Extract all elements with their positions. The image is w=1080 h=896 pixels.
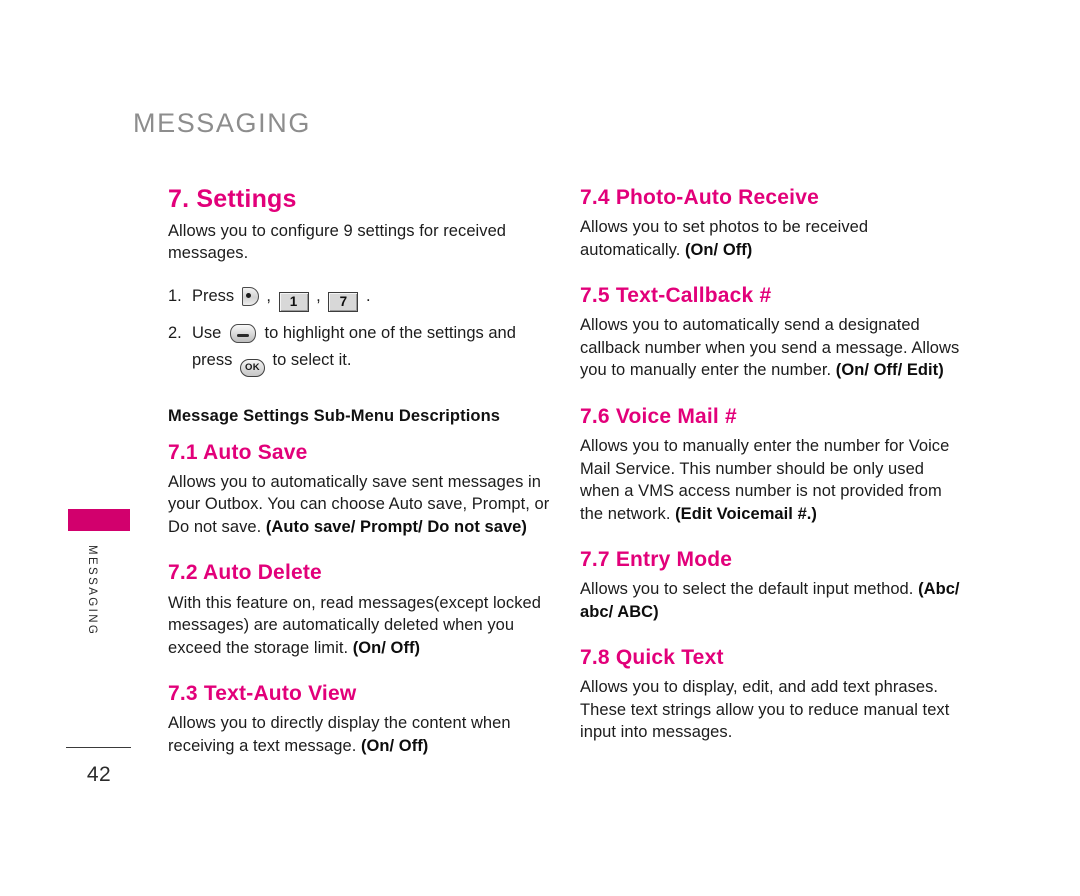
subsection-title-7-3: 7.3 Text-Auto View bbox=[168, 682, 357, 706]
subsection-title-7-2: 7.2 Auto Delete bbox=[168, 561, 322, 585]
key-1-icon: 1 bbox=[278, 291, 309, 312]
subsection-body-7-4: Allows you to set photos to be received … bbox=[580, 216, 968, 261]
subsection-title-7-6: 7.6 Voice Mail # bbox=[580, 404, 737, 428]
subsection-title-7-7: 7.7 Entry Mode bbox=[580, 548, 733, 572]
subsection-body-7-8: Allows you to display, edit, and add tex… bbox=[580, 676, 968, 744]
step-2-number: 2. bbox=[168, 323, 182, 342]
subsection-body-7-5: Allows you to automatically send a desig… bbox=[580, 314, 968, 382]
side-thumb-tab bbox=[68, 509, 130, 531]
subsection-options-7-3: (On/ Off) bbox=[360, 736, 429, 755]
subsection-body-text-7-7: Allows you to select the default input m… bbox=[580, 580, 914, 599]
step-1-comma-2: , bbox=[316, 286, 321, 305]
subsection-title-7-1: 7.1 Auto Save bbox=[168, 440, 308, 464]
step-2: 2. Use to highlight one of the settings … bbox=[168, 320, 560, 377]
left-column: 7. Settings Allows you to configure 9 se… bbox=[168, 185, 560, 757]
subsection-body-text-7-8: Allows you to display, edit, and add tex… bbox=[580, 678, 950, 742]
step-2-tail: to select it. bbox=[272, 350, 352, 369]
page-number: 42 bbox=[86, 763, 112, 786]
step-2-middle: to highlight one of the settings and bbox=[264, 323, 516, 342]
menu-key-icon bbox=[241, 286, 259, 306]
subsection-options-7-5: (On/ Off/ Edit) bbox=[835, 361, 944, 380]
section-intro: Allows you to configure 9 settings for r… bbox=[168, 221, 507, 263]
subsection-body-7-1: Allows you to automatically save sent me… bbox=[168, 471, 560, 539]
step-2-press-word: press bbox=[192, 350, 233, 369]
side-tab-label: MESSAGING bbox=[86, 545, 98, 637]
subsection-body-7-2: With this feature on, read messages(exce… bbox=[168, 592, 560, 660]
step-1-comma-1: , bbox=[266, 286, 271, 305]
step-1-lead: Press bbox=[192, 286, 235, 305]
footer-divider bbox=[66, 747, 131, 748]
step-1-period: . bbox=[365, 286, 371, 305]
subsection-body-text-7-3: Allows you to directly display the conte… bbox=[168, 714, 511, 755]
right-column: 7.4 Photo-Auto Receive Allows you to set… bbox=[580, 185, 968, 744]
subsection-options-7-4: (On/ Off) bbox=[685, 240, 753, 259]
running-head: MESSAGING bbox=[133, 108, 311, 138]
manual-page: MESSAGING MESSAGING 42 7. Settings Allow… bbox=[0, 0, 1080, 896]
subsection-title-7-4: 7.4 Photo-Auto Receive bbox=[580, 186, 819, 209]
subsection-title-7-5: 7.5 Text-Callback # bbox=[580, 284, 772, 308]
section-title: 7. Settings bbox=[168, 185, 297, 213]
subsection-body-7-3: Allows you to directly display the conte… bbox=[168, 712, 560, 757]
step-1-number: 1. bbox=[168, 286, 182, 305]
subsection-options-7-2: (On/ Off) bbox=[352, 638, 421, 657]
step-1: 1. Press , 1 , 7 . bbox=[168, 283, 560, 312]
ok-key-icon: OK bbox=[239, 358, 265, 377]
key-7-icon: 7 bbox=[328, 291, 359, 312]
subsection-options-7-6: (Edit Voicemail #.) bbox=[675, 504, 817, 523]
steps-list: 1. Press , 1 , 7 . 2. Use to highlight o… bbox=[168, 283, 560, 377]
subsection-body-7-6: Allows you to manually enter the number … bbox=[580, 435, 968, 525]
group-title: Message Settings Sub-Menu Descriptions bbox=[168, 406, 501, 425]
subsection-body-7-7: Allows you to select the default input m… bbox=[580, 578, 968, 623]
subsection-title-7-8: 7.8 Quick Text bbox=[580, 646, 724, 670]
navigation-key-icon bbox=[229, 323, 256, 343]
subsection-options-7-1: (Auto save/ Prompt/ Do not save) bbox=[265, 517, 527, 536]
step-2-lead: Use bbox=[192, 323, 222, 342]
